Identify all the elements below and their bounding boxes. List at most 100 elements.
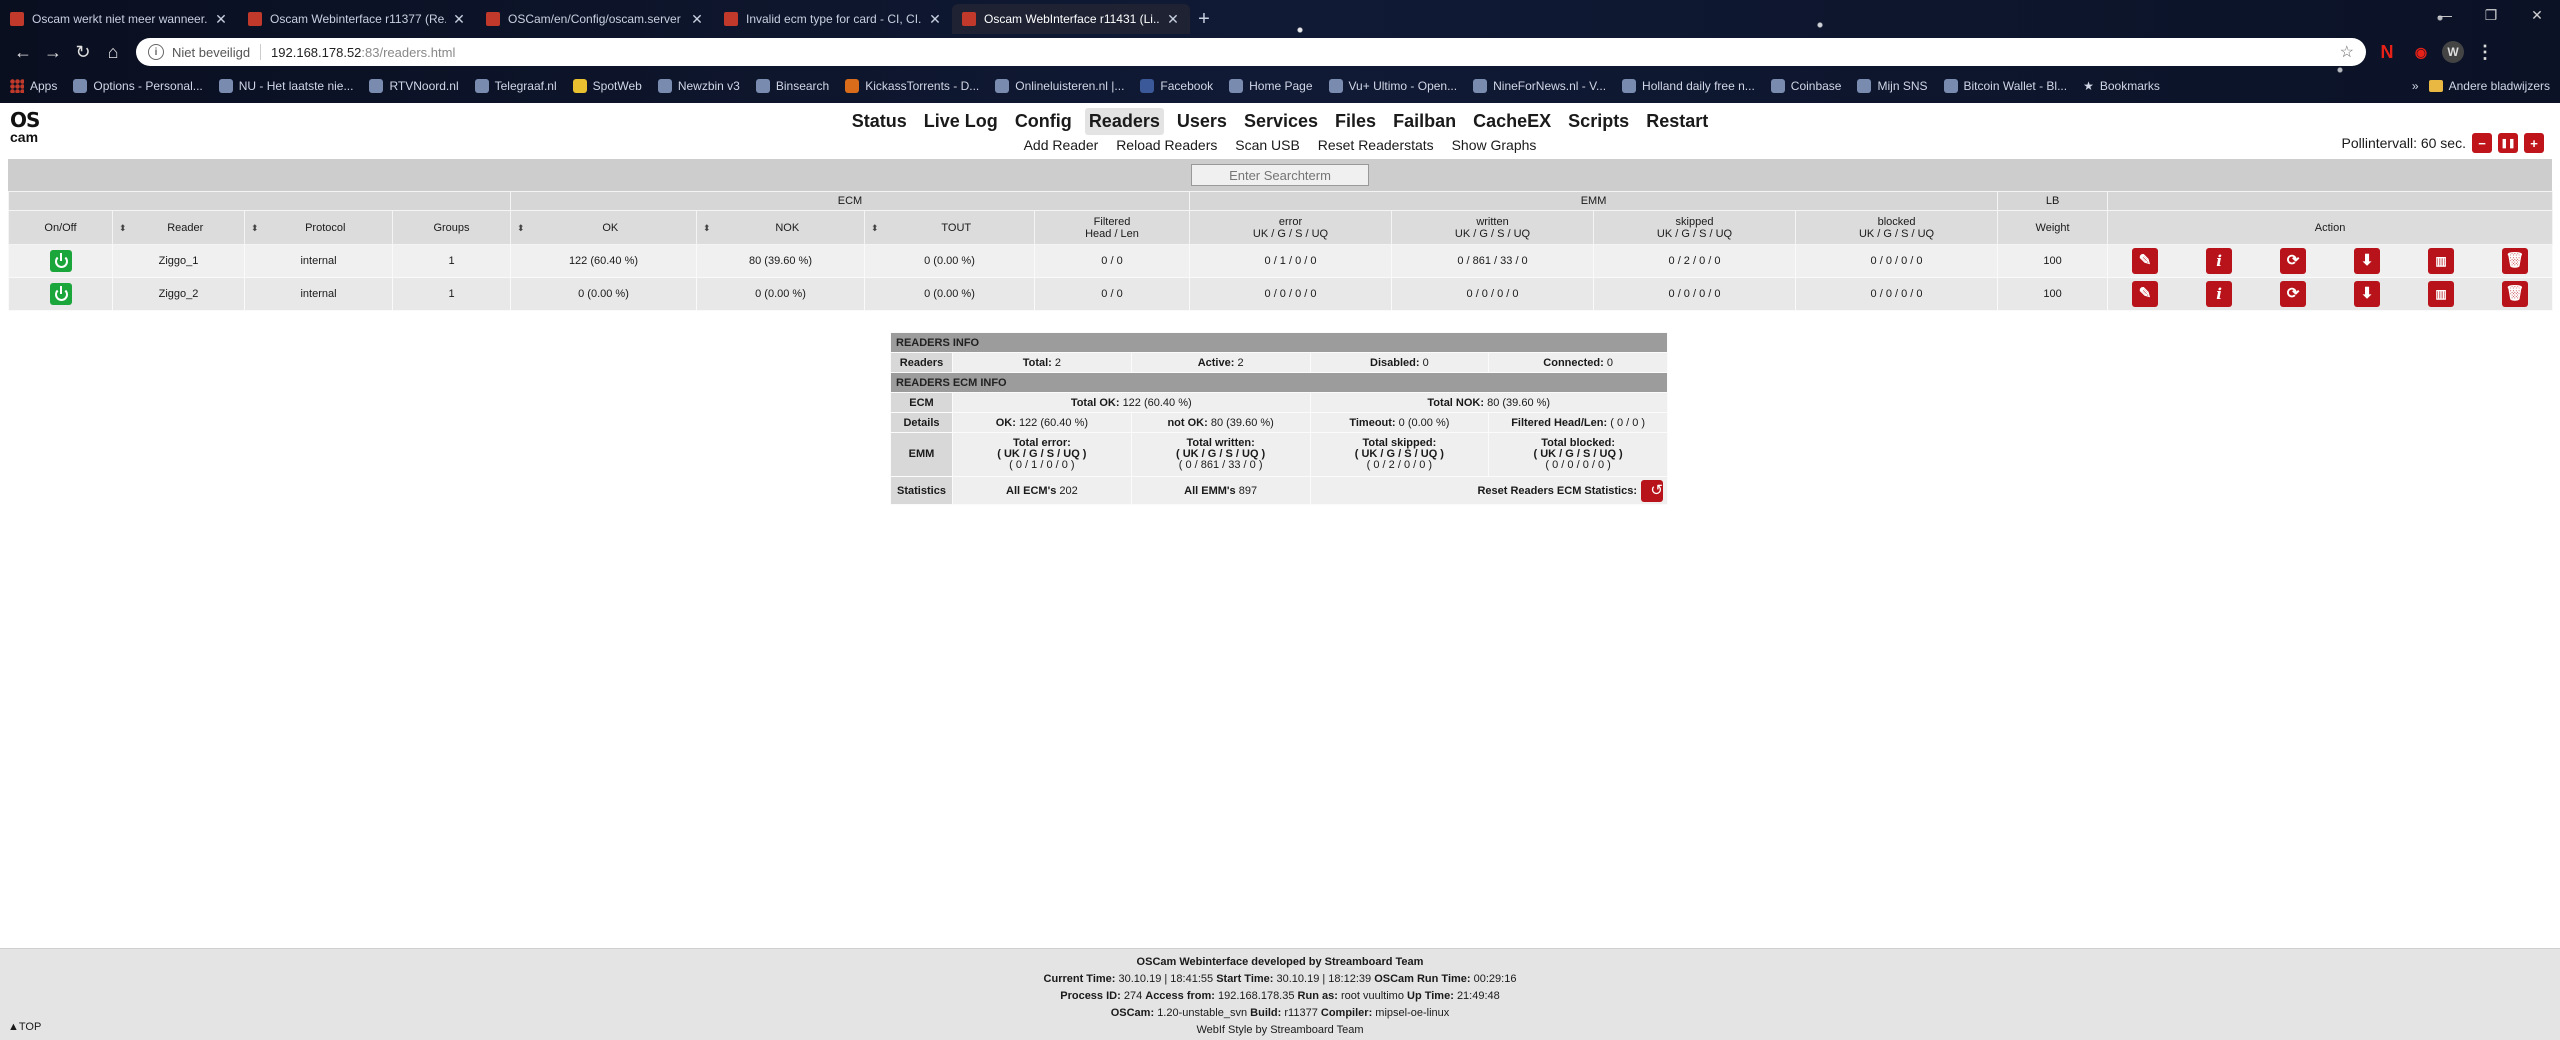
bookmark-star-icon[interactable]: ☆: [2340, 42, 2354, 62]
close-icon[interactable]: ✕: [1166, 11, 1180, 28]
menu-services[interactable]: Services: [1240, 108, 1322, 135]
menu-scripts[interactable]: Scripts: [1564, 108, 1633, 135]
col-protocol[interactable]: ⬍ Protocol: [244, 210, 393, 245]
menu-users[interactable]: Users: [1173, 108, 1231, 135]
close-icon[interactable]: ✕: [690, 11, 704, 28]
refresh-icon[interactable]: ⟳: [2280, 248, 2307, 274]
sort-icon[interactable]: ⬍: [517, 222, 525, 234]
bookmark-item[interactable]: Telegraaf.nl: [474, 79, 557, 93]
menu-restart[interactable]: Restart: [1642, 108, 1712, 135]
refresh-icon[interactable]: ⟳: [2280, 281, 2307, 307]
reload-icon[interactable]: ↻: [68, 37, 98, 67]
new-tab-icon[interactable]: +: [1190, 4, 1218, 34]
download-icon[interactable]: ⬇: [2354, 248, 2381, 274]
bookmark-item[interactable]: Onlineluisteren.nl |...: [995, 79, 1124, 93]
power-toggle-icon[interactable]: [49, 283, 72, 305]
bookmark-item[interactable]: Binsearch: [755, 79, 829, 93]
edit-icon[interactable]: ✎: [2132, 248, 2159, 274]
tout-cell: 0 (0.00 %): [864, 277, 1035, 311]
other-bookmarks[interactable]: » Andere bladwijzers: [2412, 79, 2550, 93]
show-graphs-link[interactable]: Show Graphs: [1452, 137, 1537, 153]
bookmark-item[interactable]: Facebook: [1140, 79, 1213, 93]
groups-cell: 1: [392, 277, 511, 311]
menu-files[interactable]: Files: [1331, 108, 1380, 135]
menu-readers[interactable]: Readers: [1084, 108, 1164, 135]
poll-decrease-button[interactable]: −: [2472, 133, 2492, 153]
col-tout[interactable]: ⬍ TOUT: [864, 210, 1035, 245]
reset-stats-button[interactable]: ↺: [1641, 479, 1663, 502]
search-input[interactable]: [1191, 164, 1369, 186]
browser-tab[interactable]: Oscam werkt niet meer wanneer... ✕: [0, 4, 238, 34]
bookmark-item[interactable]: NU - Het laatste nie...: [218, 79, 353, 93]
menu-status[interactable]: Status: [848, 108, 911, 135]
browser-tab[interactable]: Invalid ecm type for card - CI, CI... ✕: [714, 4, 952, 34]
info-icon[interactable]: i: [2206, 248, 2233, 274]
bookmark-item[interactable]: Coinbase: [1770, 79, 1841, 93]
home-icon[interactable]: ⌂: [98, 37, 128, 67]
url-path: :83/readers.html: [361, 44, 456, 60]
bookmark-item[interactable]: ★ Bookmarks: [2083, 79, 2160, 93]
bookmark-item[interactable]: SpotWeb: [572, 79, 642, 93]
bookmark-item[interactable]: KickassTorrents - D...: [845, 79, 979, 93]
reset-readerstats-link[interactable]: Reset Readerstats: [1318, 137, 1434, 153]
close-icon[interactable]: ✕: [214, 11, 228, 28]
stats-icon[interactable]: ▥: [2428, 248, 2455, 274]
address-bar[interactable]: i Niet beveiligd 192.168.178.52:83/reade…: [136, 38, 2366, 66]
menu-config[interactable]: Config: [1011, 108, 1076, 135]
back-to-top-link[interactable]: ▲TOP: [8, 1019, 41, 1036]
bookmark-apps[interactable]: Apps: [10, 79, 57, 93]
poll-increase-button[interactable]: +: [2524, 133, 2544, 153]
bookmark-item[interactable]: Options - Personal...: [73, 79, 203, 93]
col-filtered: Filtered Head / Len: [1033, 210, 1191, 245]
browser-tab[interactable]: OSCam/en/Config/oscam.server ✕: [476, 4, 714, 34]
readers-table-container: ECM EMM LB On/Off ⬍Reader ⬍Protocol Grou…: [8, 159, 2554, 311]
close-icon[interactable]: ✕: [452, 11, 466, 28]
bookmark-item[interactable]: Bitcoin Wallet - Bl...: [1943, 79, 2067, 93]
netflix-extension-icon[interactable]: N: [2374, 39, 2400, 65]
kebab-menu-icon[interactable]: ⋮: [2472, 39, 2498, 65]
delete-icon[interactable]: 🗑: [2502, 281, 2529, 307]
sub-menu: Add Reader Reload Readers Scan USB Reset…: [0, 137, 2560, 153]
bookmark-item[interactable]: Vu+ Ultimo - Open...: [1328, 79, 1457, 93]
menu-failban[interactable]: Failban: [1389, 108, 1460, 135]
maximize-icon[interactable]: ❐: [2468, 0, 2514, 30]
bookmark-item[interactable]: Holland daily free n...: [1622, 79, 1755, 93]
browser-tab[interactable]: Oscam Webinterface r11377 (Re... ✕: [238, 4, 476, 34]
menu-live-log[interactable]: Live Log: [920, 108, 1002, 135]
bookmark-item[interactable]: RTVNoord.nl: [369, 79, 459, 93]
bookmark-item[interactable]: Newzbin v3: [657, 79, 740, 93]
bookmark-item[interactable]: Home Page: [1229, 79, 1313, 93]
delete-icon[interactable]: 🗑: [2502, 248, 2529, 274]
edit-icon[interactable]: ✎: [2132, 281, 2159, 307]
forward-icon[interactable]: →: [38, 37, 68, 67]
reload-readers-link[interactable]: Reload Readers: [1116, 137, 1217, 153]
sort-icon[interactable]: ⬍: [119, 222, 127, 234]
col-ok[interactable]: ⬍ OK: [510, 210, 697, 245]
info-icon[interactable]: i: [148, 44, 164, 60]
browser-tab-active[interactable]: Oscam WebInterface r11431 (Li... ✕: [952, 4, 1190, 34]
sort-icon[interactable]: ⬍: [251, 222, 259, 234]
back-icon[interactable]: ←: [8, 37, 38, 67]
menu-cacheex[interactable]: CacheEX: [1469, 108, 1555, 135]
poll-pause-button[interactable]: ❚❚: [2498, 133, 2518, 153]
stats-icon[interactable]: ▥: [2428, 281, 2455, 307]
add-reader-link[interactable]: Add Reader: [1024, 137, 1099, 153]
sort-icon[interactable]: ⬍: [703, 222, 711, 234]
sort-icon[interactable]: ⬍: [871, 222, 879, 234]
bookmark-item[interactable]: NineForNews.nl - V...: [1473, 79, 1606, 93]
col-reader[interactable]: ⬍ Reader: [112, 210, 245, 245]
extension-icon[interactable]: ◉: [2408, 39, 2434, 65]
minimize-icon[interactable]: —: [2422, 0, 2468, 30]
scan-usb-link[interactable]: Scan USB: [1235, 137, 1300, 153]
profile-avatar[interactable]: W: [2442, 41, 2464, 63]
download-icon[interactable]: ⬇: [2354, 281, 2381, 307]
bookmark-item[interactable]: Mijn SNS: [1857, 79, 1928, 93]
reader-name[interactable]: Ziggo_2: [112, 277, 245, 311]
close-icon[interactable]: ✕: [928, 11, 942, 28]
info-icon[interactable]: i: [2206, 281, 2233, 307]
close-window-icon[interactable]: ✕: [2514, 0, 2560, 30]
oscam-page: OS cam Status Live Log Config Readers Us…: [0, 103, 2560, 1040]
reader-name[interactable]: Ziggo_1: [112, 244, 245, 278]
col-nok[interactable]: ⬍ NOK: [696, 210, 865, 245]
power-toggle-icon[interactable]: [49, 250, 72, 272]
